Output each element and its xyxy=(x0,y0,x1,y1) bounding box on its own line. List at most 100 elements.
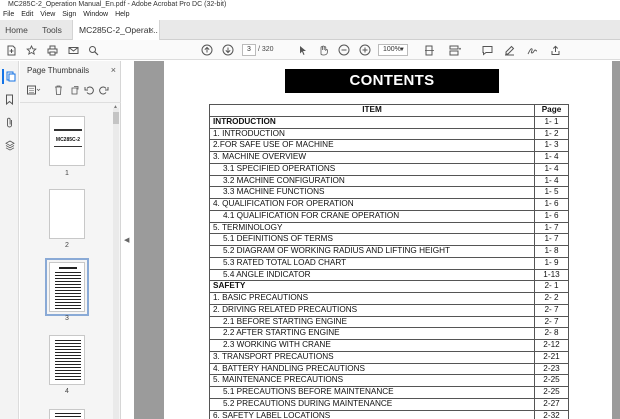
table-row: INTRODUCTION 1- 1 xyxy=(209,115,569,129)
scrollbar-thumb[interactable] xyxy=(113,112,119,124)
scroll-mode-icon[interactable] xyxy=(448,43,462,57)
toc-page-number: 2-23 xyxy=(534,362,569,376)
toc-page-number: 2-25 xyxy=(534,386,569,399)
tab-tools[interactable]: Tools xyxy=(34,20,70,40)
delete-page-icon[interactable] xyxy=(54,85,63,97)
bookmark-star-icon[interactable] xyxy=(24,43,38,57)
collapse-panel-icon[interactable]: ◀ xyxy=(124,236,129,244)
page-thumbnail-3[interactable] xyxy=(45,258,89,316)
toc-page-number: 1- 4 xyxy=(534,162,569,176)
menu-file[interactable]: File xyxy=(3,11,14,18)
page-thumbnail-1[interactable]: MC285C-2 xyxy=(49,116,85,166)
table-row: 3. TRANSPORT PRECAUTIONS 2-21 xyxy=(209,350,569,364)
menu-help[interactable]: Help xyxy=(115,11,129,18)
thumb-cover-rule xyxy=(54,146,82,147)
hand-icon[interactable] xyxy=(316,43,330,57)
page-total: / 320 xyxy=(258,46,274,53)
prev-page-icon[interactable] xyxy=(200,43,214,57)
menu-window[interactable]: Window xyxy=(83,11,108,18)
page-thumbnails-icon[interactable] xyxy=(2,69,17,84)
toc-page-number: 2-32 xyxy=(534,409,569,419)
table-row: 5.1 DEFINITIONS OF TERMS 1- 7 xyxy=(209,233,569,246)
toc-page-number: 1- 4 xyxy=(534,174,569,188)
menu-view[interactable]: View xyxy=(40,11,55,18)
toc-page-number: 2-25 xyxy=(534,374,569,387)
toc-item-text: 5. TERMINOLOGY xyxy=(209,221,535,235)
thumbnail-number: 3 xyxy=(65,315,69,322)
bookmarks-icon[interactable] xyxy=(2,92,17,107)
undo-icon[interactable] xyxy=(84,85,94,97)
create-icon[interactable] xyxy=(4,43,18,57)
toc-page-number: 2-27 xyxy=(534,397,569,411)
table-row: 5.4 ANGLE INDICATOR 1-13 xyxy=(209,268,569,282)
panel-toolbar xyxy=(25,83,117,99)
pdf-page: CONTENTS ITEM Page INTRODUCTION 1- 1 1. IN… xyxy=(164,61,612,419)
chevron-down-icon: ▼ xyxy=(399,47,405,53)
toc-page-number: 1- 9 xyxy=(534,256,569,270)
fit-page-icon[interactable] xyxy=(422,43,436,57)
rotate-page-icon[interactable] xyxy=(70,85,80,97)
page-thumbnail-2[interactable] xyxy=(49,189,85,239)
toc-item-text: 5.3 RATED TOTAL LOAD CHART xyxy=(209,256,535,270)
toc-page-number: 1- 7 xyxy=(534,233,569,246)
toc-page-number: 1- 7 xyxy=(534,221,569,235)
toc-page-number: 2- 1 xyxy=(534,280,569,293)
next-page-icon[interactable] xyxy=(221,43,235,57)
document-viewport[interactable]: CONTENTS ITEM Page INTRODUCTION 1- 1 1. IN… xyxy=(134,61,620,419)
toc-page-number: 1- 5 xyxy=(534,186,569,199)
thumb-cover-title: MC285C-2 xyxy=(55,137,81,143)
thumbnail-scrollbar[interactable]: ▲ xyxy=(113,104,119,419)
toc-item-text: 2. DRIVING RELATED PRECAUTIONS xyxy=(209,303,535,317)
table-row: 2.3 WORKING WITH CRANE 2-12 xyxy=(209,339,569,352)
tab-document[interactable]: MC285C-2_Operat... × xyxy=(72,20,160,41)
table-row: 3.3 MACHINE FUNCTIONS 1- 5 xyxy=(209,186,569,199)
toc-item-text: 5.4 ANGLE INDICATOR xyxy=(209,268,535,282)
toc-item-text: 3.3 MACHINE FUNCTIONS xyxy=(209,186,535,199)
table-header-row: ITEM Page xyxy=(209,104,569,117)
print-icon[interactable] xyxy=(45,43,59,57)
toc-item-text: 4.1 QUALIFICATION FOR CRANE OPERATION xyxy=(209,209,535,223)
layers-icon[interactable] xyxy=(2,138,17,153)
select-cursor-icon[interactable] xyxy=(296,43,310,57)
toc-item-text: 1. INTRODUCTION xyxy=(209,127,535,141)
table-row: 3.1 SPECIFIED OPERATIONS 1- 4 xyxy=(209,162,569,176)
toc-item-text: 5.2 DIAGRAM OF WORKING RADIUS AND LIFTIN… xyxy=(209,245,535,258)
zoom-in-icon[interactable] xyxy=(358,43,372,57)
toolbar: 3 / 320 100% ▼ xyxy=(0,40,620,60)
table-row: 2.1 BEFORE STARTING ENGINE 2- 7 xyxy=(209,315,569,329)
toc-page-number: 1- 6 xyxy=(534,198,569,211)
sign-icon[interactable] xyxy=(525,43,539,57)
close-tab-icon[interactable]: × xyxy=(149,20,154,40)
menu-sign[interactable]: Sign xyxy=(62,11,76,18)
page-number-input[interactable]: 3 xyxy=(242,44,256,56)
table-row: 2.FOR SAFE USE OF MACHINE 1- 3 xyxy=(209,139,569,152)
tab-home[interactable]: Home xyxy=(0,20,33,40)
share-icon[interactable] xyxy=(548,43,562,57)
zoom-out-icon[interactable] xyxy=(337,43,351,57)
redo-icon[interactable] xyxy=(99,85,109,97)
table-row: 6. SAFETY LABEL LOCATIONS 2-32 xyxy=(209,409,569,419)
page-thumbnail-5[interactable] xyxy=(49,409,85,419)
menu-edit[interactable]: Edit xyxy=(21,11,33,18)
toc-item-text: 2.2 AFTER STARTING ENGINE xyxy=(209,327,535,340)
tab-bar: Home Tools MC285C-2_Operat... × xyxy=(0,20,620,41)
toc-page-number: 1- 8 xyxy=(534,245,569,258)
toc-page-number: 2- 7 xyxy=(534,303,569,317)
table-row: 5.2 DIAGRAM OF WORKING RADIUS AND LIFTIN… xyxy=(209,245,569,258)
page-thumbnail-4[interactable] xyxy=(49,335,85,385)
mail-icon[interactable] xyxy=(66,43,80,57)
table-row: 5.3 RATED TOTAL LOAD CHART 1- 9 xyxy=(209,256,569,270)
attachments-icon[interactable] xyxy=(2,115,17,130)
search-icon[interactable] xyxy=(86,43,100,57)
toc-item-text: 5. MAINTENANCE PRECAUTIONS xyxy=(209,374,535,387)
thumbnail-panel: Page Thumbnails × MC285C-2 1 2 3 4 xyxy=(20,61,121,419)
table-row: 3. MACHINE OVERVIEW 1- 4 xyxy=(209,151,569,164)
toc-page-number: 1- 6 xyxy=(534,209,569,223)
highlight-pen-icon[interactable] xyxy=(502,43,516,57)
scroll-up-icon[interactable]: ▲ xyxy=(113,104,118,110)
zoom-select[interactable]: 100% ▼ xyxy=(378,44,408,56)
options-menu-icon[interactable] xyxy=(27,85,41,97)
close-panel-icon[interactable]: × xyxy=(111,65,116,75)
comment-icon[interactable] xyxy=(480,43,494,57)
window-title: MC285C-2_Operation Manual_En.pdf - Adobe… xyxy=(0,0,620,9)
